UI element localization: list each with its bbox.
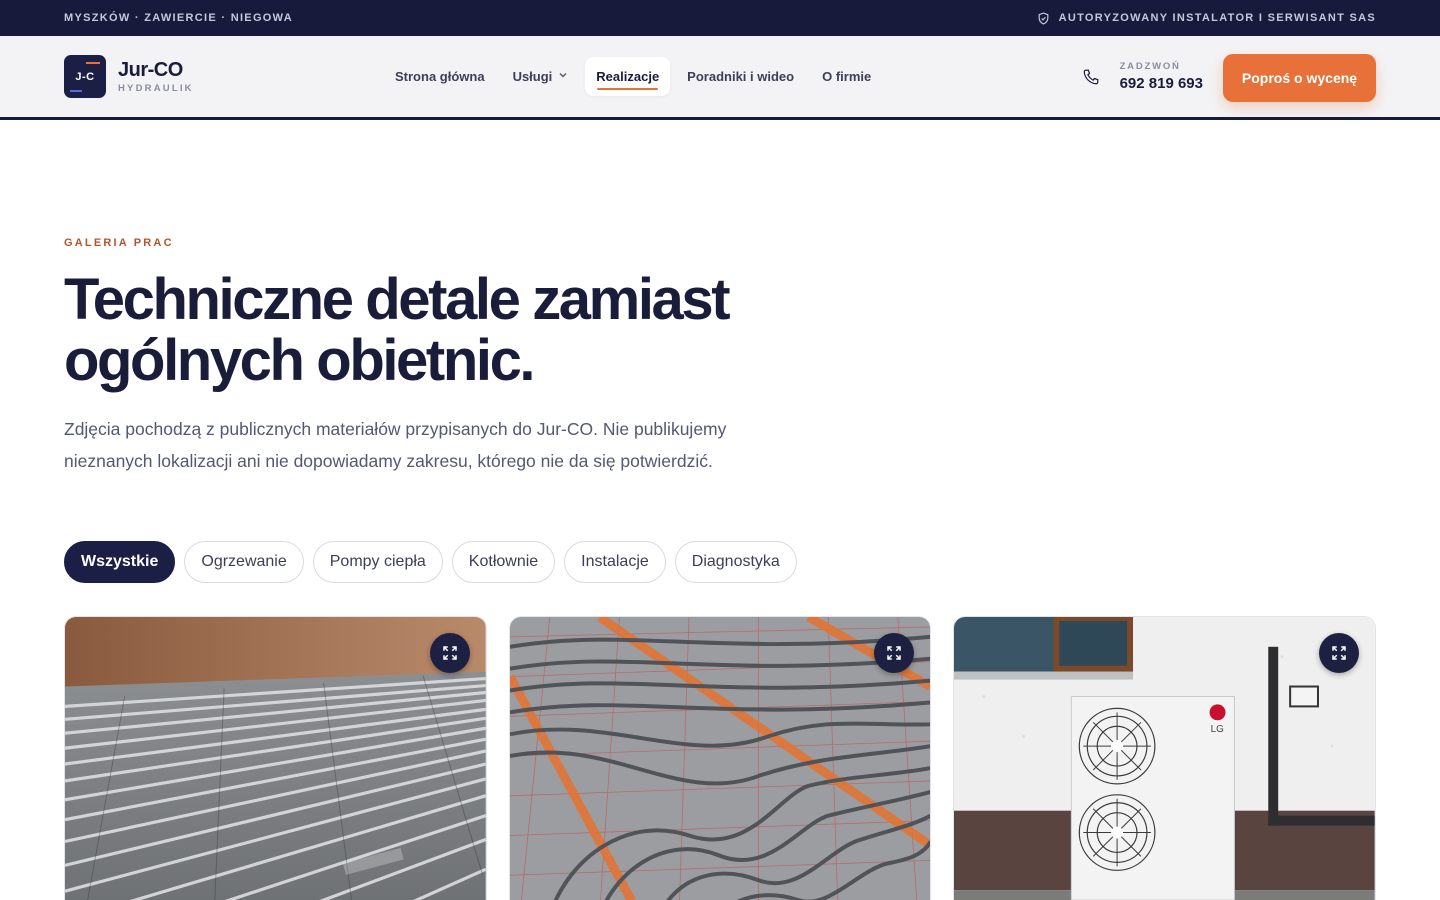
nav-home-label: Strona główna: [395, 69, 485, 84]
authorized-text: AUTORYZOWANY INSTALATOR I SERWISANT SAS: [1058, 12, 1376, 24]
nav-guides[interactable]: Poradniki i wideo: [676, 57, 805, 96]
expand-icon: [887, 646, 902, 660]
nav-projects[interactable]: Realizacje: [585, 57, 671, 96]
request-quote-button[interactable]: Poproś o wycenę: [1223, 54, 1376, 102]
shield-check-icon: [1038, 11, 1049, 25]
nav-projects-label: Realizacje: [596, 69, 660, 84]
gallery-card[interactable]: LG: [953, 616, 1377, 900]
nav-about-label: O firmie: [822, 69, 872, 84]
logo-mark: J-C: [64, 55, 106, 98]
gallery-card[interactable]: [508, 616, 932, 900]
section-eyebrow: GALERIA PRAC: [64, 237, 174, 249]
filter-all[interactable]: Wszystkie: [64, 541, 176, 583]
filter-heat-pumps[interactable]: Pompy ciepła: [312, 541, 443, 583]
page-title: Techniczne detale zamiast ogólnych obiet…: [64, 267, 731, 393]
expand-icon: [1332, 646, 1346, 660]
expand-icon: [442, 646, 457, 660]
expand-button[interactable]: [1319, 633, 1360, 673]
brand-subtitle: HYDRAULIK: [118, 83, 194, 94]
photo-heat-pump-outdoor-unit: LG: [954, 617, 1376, 900]
nav-services-label: Usługi: [512, 69, 553, 84]
brand-logo[interactable]: J-C Jur-CO HYDRAULIK: [64, 55, 384, 98]
nav-about[interactable]: O firmie: [811, 57, 882, 96]
top-bar: MYSZKÓW · ZAWIERCIE · NIEGOWA AUTORYZOWA…: [0, 0, 1440, 36]
site-header: J-C Jur-CO HYDRAULIK Strona główna Usług…: [0, 36, 1440, 120]
call-label: ZADZWOŃ: [1119, 61, 1181, 72]
gallery-grid: LG: [64, 616, 1377, 900]
filter-installations[interactable]: Instalacje: [564, 541, 666, 583]
gallery-filters: Wszystkie Ogrzewanie Pompy ciepła Kotłow…: [64, 541, 1376, 583]
service-locations: MYSZKÓW · ZAWIERCIE · NIEGOWA: [64, 12, 293, 24]
chevron-down-icon: [558, 70, 568, 83]
phone-icon: [1083, 69, 1098, 84]
nav-services[interactable]: Usługi: [502, 57, 580, 96]
filter-diagnostics[interactable]: Diagnostyka: [674, 541, 797, 583]
lg-brand-text: LG: [1211, 724, 1224, 735]
filter-heating[interactable]: Ogrzewanie: [184, 541, 304, 583]
expand-button[interactable]: [429, 633, 470, 673]
main-nav: Strona główna Usługi Realizacje Poradnik…: [384, 57, 882, 96]
photo-underfloor-heating-pipes: [65, 617, 486, 900]
nav-guides-label: Poradniki i wideo: [687, 69, 795, 84]
photo-underfloor-heating-grid: [509, 617, 931, 900]
call-link[interactable]: ZADZWOŃ 692 819 693: [1082, 61, 1203, 92]
nav-home[interactable]: Strona główna: [384, 57, 496, 96]
gallery-section: GALERIA PRAC Techniczne detale zamiast o…: [0, 120, 1440, 900]
brand-name: Jur-CO: [118, 59, 183, 81]
section-lead: Zdjęcia pochodzą z publicznych materiałó…: [64, 419, 727, 471]
filter-boiler-rooms[interactable]: Kotłownie: [451, 541, 556, 583]
gallery-card[interactable]: [64, 616, 487, 900]
authorized-badge: AUTORYZOWANY INSTALATOR I SERWISANT SAS: [1037, 11, 1376, 25]
phone-number: 692 819 693: [1119, 75, 1203, 92]
